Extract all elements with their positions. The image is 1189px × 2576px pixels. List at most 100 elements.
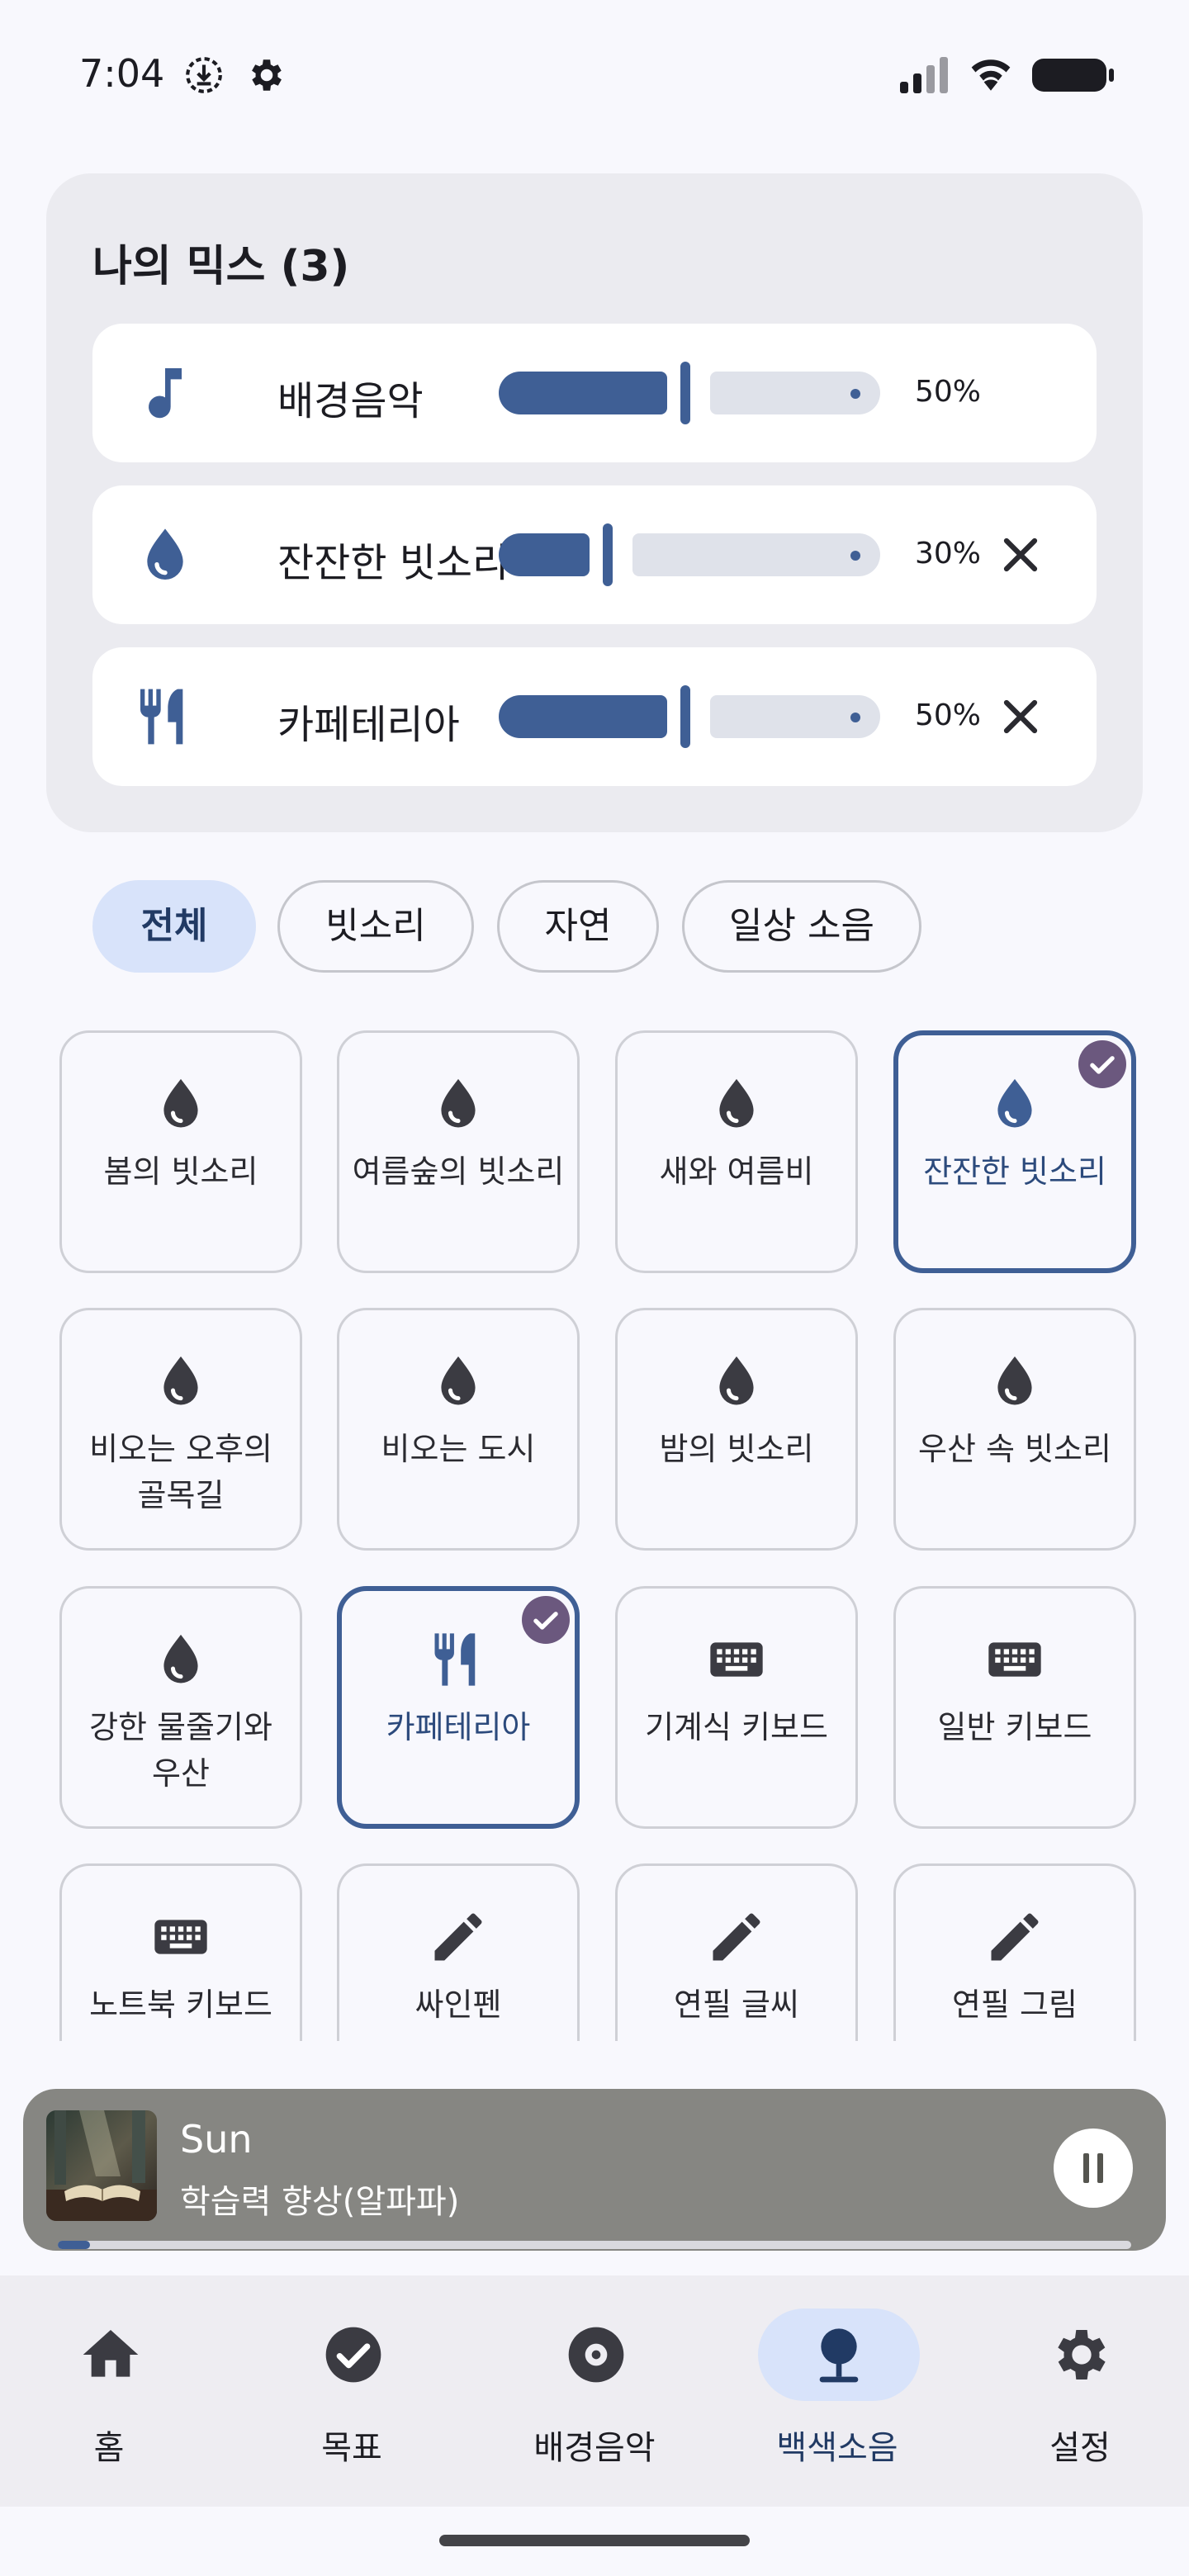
nav-label: 백색소음	[776, 2429, 898, 2467]
water-drop-icon	[983, 1350, 1046, 1413]
pause-icon	[1083, 2153, 1103, 2183]
sound-tile-label: 일반 키보드	[937, 1709, 1092, 1745]
status-time: 7:04	[79, 51, 165, 96]
restaurant-icon	[427, 1628, 490, 1691]
sound-tile[interactable]: 연필 글씨	[615, 1863, 858, 2041]
water-drop-icon	[149, 1073, 212, 1135]
volume-slider[interactable]	[499, 362, 880, 424]
battery-icon	[1032, 59, 1114, 92]
nav-label: 설정	[1049, 2429, 1111, 2467]
home-indicator[interactable]	[439, 2535, 750, 2546]
mix-row-label: 잔잔한 빗소리	[277, 540, 509, 586]
sound-tile-label: 기계식 키보드	[645, 1709, 828, 1745]
album-art	[46, 2110, 157, 2221]
slider-thumb[interactable]	[603, 523, 613, 586]
status-bar: 7:04	[0, 0, 1189, 149]
water-drop-icon	[983, 1073, 1046, 1135]
tree-icon	[819, 2328, 859, 2383]
sound-tile-label: 연필 글씨	[674, 1986, 799, 2023]
sound-tile[interactable]: 기계식 키보드	[615, 1586, 858, 1829]
remove-close-icon[interactable]	[992, 689, 1049, 745]
filter-chip-nature[interactable]: 자연	[497, 880, 659, 973]
sound-tile[interactable]: 싸인펜	[337, 1863, 580, 2041]
pencil-icon	[983, 1906, 1046, 1968]
water-drop-icon	[705, 1350, 768, 1413]
water-drop-icon	[427, 1350, 490, 1413]
volume-percent: 30%	[915, 537, 982, 571]
filter-chip-rain[interactable]: 빗소리	[277, 880, 474, 973]
mix-row-gentle-rain: 잔잔한 빗소리 30%	[92, 485, 1097, 624]
water-drop-icon	[149, 1350, 212, 1413]
selected-check-icon	[522, 1596, 570, 1644]
mix-row-background-music: 배경음악 50%	[92, 324, 1097, 462]
sound-tile-label: 싸인펜	[414, 1986, 502, 2023]
nav-item-white-noise[interactable]: 백색소음	[755, 2308, 920, 2482]
check-circle-icon	[325, 2327, 381, 2383]
my-mix-card: 나의 믹스 (3) 배경음악 50% 잔잔한 빗소리 30% 카페테리아 50%	[46, 173, 1143, 832]
sound-grid: 봄의 빗소리 여름숲의 빗소리 새와 여름비 잔잔한 빗소리비오는 오후의 골목길 비오…	[0, 1024, 1189, 2041]
sound-tile-label: 잔잔한 빗소리	[923, 1153, 1106, 1190]
sound-tile-label: 여름숲의 빗소리	[352, 1153, 565, 1190]
sound-tile-label: 비오는 오후의 골목길	[89, 1431, 272, 1513]
bottom-navigation: 홈 목표 배경음악 백색소음 설정	[0, 2275, 1189, 2507]
now-playing-bar[interactable]: Sun 학습력 향상(알파파)	[23, 2089, 1166, 2251]
keyboard-icon	[983, 1628, 1046, 1691]
settings-status-icon	[252, 59, 282, 91]
remove-close-icon[interactable]	[992, 527, 1049, 583]
sound-tile[interactable]: 밤의 빗소리	[615, 1308, 858, 1551]
nav-item-home[interactable]: 홈	[26, 2308, 192, 2482]
sound-tile-label: 우산 속 빗소리	[918, 1431, 1111, 1467]
pencil-icon	[427, 1906, 490, 1968]
sound-tile-label: 새와 여름비	[659, 1153, 814, 1190]
slider-thumb[interactable]	[680, 362, 690, 424]
sound-tile[interactable]: 잔잔한 빗소리	[893, 1030, 1136, 1273]
slider-thumb[interactable]	[680, 685, 690, 748]
sound-tile[interactable]: 봄의 빗소리	[59, 1030, 302, 1273]
water-drop-icon	[149, 1628, 212, 1691]
nav-item-goals[interactable]: 목표	[269, 2308, 434, 2482]
keyboard-icon	[705, 1628, 768, 1691]
nav-item-background-music[interactable]: 배경음악	[512, 2308, 677, 2482]
playback-progress-fill	[58, 2241, 90, 2249]
filter-chip-daily-noise[interactable]: 일상 소음	[682, 880, 921, 973]
sound-tile-label: 카페테리아	[386, 1709, 531, 1745]
volume-slider[interactable]	[499, 685, 880, 748]
nav-item-settings[interactable]: 설정	[997, 2308, 1163, 2482]
sound-tile[interactable]: 새와 여름비	[615, 1030, 858, 1273]
sound-tile-label: 봄의 빗소리	[103, 1153, 258, 1190]
water-drop-icon	[427, 1073, 490, 1135]
restaurant-icon	[140, 689, 183, 745]
signal-icon	[900, 57, 948, 93]
water-drop-icon	[705, 1073, 768, 1135]
selected-check-icon	[1078, 1040, 1126, 1088]
sound-tile-label: 연필 그림	[952, 1986, 1078, 2023]
sound-tile[interactable]: 강한 물줄기와 우산	[59, 1586, 302, 1829]
my-mix-title: 나의 믹스 (3)	[92, 242, 350, 291]
volume-slider[interactable]	[499, 523, 880, 586]
sound-tile[interactable]: 우산 속 빗소리	[893, 1308, 1136, 1551]
download-icon	[186, 57, 222, 93]
sound-tile-label: 밤의 빗소리	[659, 1431, 814, 1467]
pencil-icon	[705, 1906, 768, 1968]
sound-tile[interactable]: 비오는 오후의 골목길	[59, 1308, 302, 1551]
pause-button[interactable]	[1054, 2129, 1133, 2208]
now-playing-subtitle: 학습력 향상(알파파)	[180, 2183, 460, 2221]
home-icon	[83, 2330, 139, 2377]
nav-label: 배경음악	[533, 2429, 656, 2467]
playback-progress-track[interactable]	[58, 2241, 1131, 2249]
water-drop-icon	[147, 528, 183, 580]
nav-label: 홈	[93, 2429, 125, 2467]
filter-chip-all[interactable]: 전체	[92, 880, 256, 973]
sound-tile[interactable]: 카페테리아	[337, 1586, 580, 1829]
wifi-icon	[971, 59, 1011, 91]
disc-icon	[568, 2327, 624, 2383]
music-note-icon	[149, 368, 182, 419]
sound-tile[interactable]: 노트북 키보드	[59, 1863, 302, 2041]
sound-tile-label: 비오는 도시	[381, 1431, 536, 1467]
sound-tile[interactable]: 비오는 도시	[337, 1308, 580, 1551]
sound-tile[interactable]: 연필 그림	[893, 1863, 1136, 2041]
sound-tile[interactable]: 여름숲의 빗소리	[337, 1030, 580, 1273]
keyboard-icon	[149, 1906, 212, 1968]
sound-tile[interactable]: 일반 키보드	[893, 1586, 1136, 1829]
gear-icon	[1058, 2330, 1106, 2379]
